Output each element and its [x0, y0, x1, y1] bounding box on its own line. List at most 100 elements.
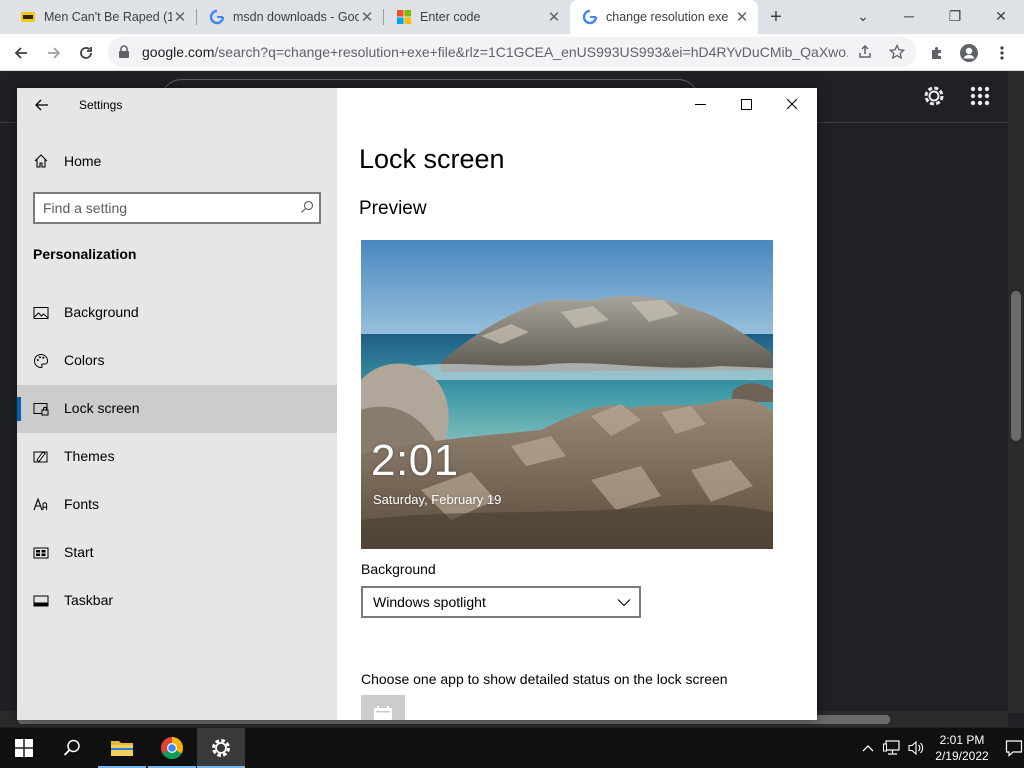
section-heading: Personalization	[33, 246, 137, 262]
reload-icon[interactable]	[73, 40, 99, 66]
vertical-scrollbar[interactable]	[1008, 71, 1024, 713]
google-g-icon	[582, 9, 598, 25]
nav-item-lock-screen[interactable]: Lock screen	[17, 385, 337, 433]
clock-date: 2/19/2022	[935, 749, 989, 763]
chevron-down-icon	[617, 599, 631, 607]
tab-title: Enter code	[420, 10, 481, 24]
page-title: Lock screen	[359, 144, 505, 174]
nav-label: Start	[64, 544, 94, 560]
back-arrow-icon	[35, 99, 48, 111]
back-arrow-icon[interactable]	[8, 40, 34, 66]
scrollbar-thumb[interactable]	[1011, 291, 1021, 441]
tab-title: Men Can't Be Raped (1	[44, 10, 172, 24]
settings-window: Settings Home Personalization Background…	[17, 88, 817, 720]
volume-icon[interactable]	[906, 738, 926, 758]
nav-item-fonts[interactable]: Fonts	[17, 481, 337, 529]
fonts-icon	[33, 497, 48, 511]
app-title: Settings	[79, 98, 123, 112]
lock-screen-icon	[33, 403, 49, 416]
taskbar: 2:01 PM 2/19/2022	[0, 728, 1024, 768]
chevron-up-icon[interactable]	[858, 738, 878, 758]
profile-avatar-icon[interactable]	[956, 40, 982, 66]
google-g-icon	[209, 9, 225, 25]
background-label: Background	[361, 561, 436, 577]
url-host: google.com	[142, 44, 215, 60]
nav-label: Taskbar	[64, 592, 114, 608]
taskbar-clock[interactable]: 2:01 PM 2/19/2022	[926, 732, 998, 764]
minimize-button[interactable]	[677, 88, 723, 120]
back-button[interactable]	[31, 94, 53, 116]
new-tab-button[interactable]: +	[766, 7, 786, 27]
find-setting-search[interactable]	[33, 192, 321, 224]
close-icon[interactable]: ✕	[734, 9, 750, 26]
taskbar-search-button[interactable]	[48, 728, 96, 768]
themes-icon	[33, 451, 48, 463]
preview-heading: Preview	[359, 198, 427, 219]
search-icon[interactable]	[300, 200, 314, 214]
tab-title: change resolution exe	[606, 10, 729, 24]
nav-item-taskbar[interactable]: Taskbar	[17, 577, 337, 625]
url-text: google.com/search?q=change+resolution+ex…	[142, 44, 848, 60]
tab-change-resolution[interactable]: change resolution exe ✕	[570, 0, 758, 34]
browser-close-button[interactable]: ✕	[989, 4, 1013, 28]
bookmark-star-icon[interactable]	[884, 39, 910, 65]
browser-restore-button[interactable]: ❐	[943, 4, 967, 28]
nav-item-home[interactable]: Home	[17, 146, 337, 176]
tab-msdn-downloads[interactable]: msdn downloads - Goo ✕	[197, 0, 383, 34]
gear-icon	[212, 739, 230, 757]
settings-navigation-pane: Settings Home Personalization Background…	[17, 88, 337, 720]
system-tray: 2:01 PM 2/19/2022	[824, 728, 1024, 768]
search-input[interactable]	[43, 198, 283, 218]
browser-toolbar: google.com/search?q=change+resolution+ex…	[0, 34, 1024, 71]
share-icon[interactable]	[852, 39, 878, 65]
address-bar[interactable]: google.com/search?q=change+resolution+ex…	[108, 37, 916, 67]
windows-logo-icon	[15, 739, 33, 757]
close-icon[interactable]: ✕	[546, 9, 562, 26]
close-button[interactable]	[769, 88, 815, 120]
dropdown-value: Windows spotlight	[373, 594, 486, 610]
nav-label: Themes	[64, 448, 115, 464]
tab-enter-code[interactable]: Enter code ✕	[384, 0, 570, 34]
home-icon	[34, 154, 48, 168]
nav-item-themes[interactable]: Themes	[17, 433, 337, 481]
browser-minimize-button[interactable]: ─	[897, 4, 921, 28]
nav-label: Fonts	[64, 496, 100, 512]
url-path: /search?q=change+resolution+exe+file&rlz…	[214, 44, 848, 60]
apps-grid-icon[interactable]	[970, 86, 990, 111]
taskbar-file-explorer[interactable]	[98, 728, 146, 768]
close-icon[interactable]: ✕	[359, 9, 375, 26]
nav-item-start[interactable]: Start	[17, 529, 337, 577]
maximize-button[interactable]	[723, 88, 769, 120]
taskbar-settings[interactable]	[197, 728, 245, 768]
settings-window-controls	[657, 88, 817, 120]
nav-item-colors[interactable]: Colors	[17, 337, 337, 385]
start-button[interactable]	[0, 728, 48, 768]
close-icon[interactable]: ✕	[172, 9, 188, 26]
microsoft-logo-icon	[397, 10, 411, 24]
clock-time: 2:01 PM	[939, 733, 985, 747]
folder-icon	[111, 741, 133, 756]
notifications-icon[interactable]	[1004, 738, 1024, 758]
gear-icon[interactable]	[922, 84, 946, 113]
chrome-menu-icon[interactable]	[989, 40, 1015, 66]
taskbar-chrome[interactable]	[148, 728, 196, 768]
search-icon	[63, 739, 80, 756]
network-icon[interactable]	[882, 738, 902, 758]
settings-content-pane: Lock screen Preview 2:01 Saturday, Febru…	[337, 88, 817, 720]
calendar-icon	[374, 706, 392, 720]
tab-title: msdn downloads - Goo	[233, 10, 359, 24]
nav-label: Background	[64, 304, 139, 320]
extensions-puzzle-icon[interactable]	[924, 40, 950, 66]
taskbar-icon	[33, 595, 49, 607]
forward-arrow-icon[interactable]	[41, 40, 67, 66]
detailed-status-app-button[interactable]	[361, 695, 405, 720]
tab-men-cant-be-raped[interactable]: Men Can't Be Raped (1 ✕	[8, 0, 196, 34]
selection-indicator	[17, 397, 21, 421]
background-dropdown[interactable]: Windows spotlight	[361, 586, 641, 618]
lock-icon[interactable]	[118, 45, 130, 59]
tab-search-chevron-icon[interactable]: ⌄	[851, 4, 875, 28]
nav-label: Lock screen	[64, 400, 140, 416]
nav-item-background[interactable]: Background	[17, 289, 337, 337]
lock-screen-preview: 2:01 Saturday, February 19	[361, 240, 773, 549]
imdb-icon	[21, 12, 35, 22]
